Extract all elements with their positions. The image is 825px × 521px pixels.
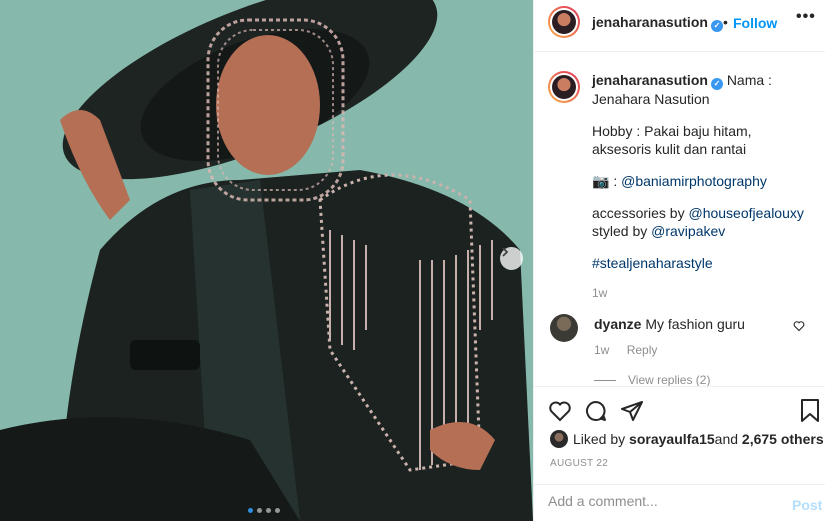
view-replies-button[interactable]: View replies (2) — [594, 373, 710, 386]
mention-link[interactable]: @houseofjealouxy — [688, 205, 803, 221]
post-comment-button[interactable]: Post — [792, 497, 822, 513]
verified-badge-icon: ✓ — [710, 78, 723, 90]
add-comment-bar: Post — [534, 484, 825, 521]
liker-avatar[interactable] — [550, 430, 568, 448]
carousel-dot — [248, 508, 253, 513]
post-sidebar: jenaharanasution ✓ • Follow ••• jenaharan… — [533, 0, 825, 521]
comment-input[interactable] — [548, 493, 778, 509]
mention-link[interactable]: @ravipakev — [651, 223, 725, 239]
carousel-dot — [257, 508, 262, 513]
share-send-icon[interactable] — [620, 399, 644, 423]
more-options-icon[interactable]: ••• — [796, 8, 816, 26]
caption-timestamp[interactable]: 1w — [592, 284, 812, 302]
post-header: jenaharanasution ✓ • Follow ••• — [534, 0, 825, 52]
comments-section[interactable]: jenaharanasution ✓ Nama : Jenahara Nasuti… — [534, 53, 825, 386]
post-caption: jenaharanasution ✓ Nama : Jenahara Nasuti… — [592, 71, 812, 302]
caption-line-photo: 📷 : @baniamirphotography — [592, 172, 812, 190]
carousel-dot — [275, 508, 280, 513]
separator: • — [723, 14, 728, 30]
likes-summary: Liked by sorayaulfa15 and 2,675 others — [550, 430, 824, 448]
caption-avatar[interactable] — [548, 71, 580, 103]
like-heart-icon[interactable] — [548, 399, 572, 423]
author-username[interactable]: jenaharanasution ✓ — [592, 14, 723, 32]
next-slide-button[interactable] — [500, 247, 523, 270]
caption-line-hobby: Hobby : Pakai baju hitam, aksesoris kuli… — [592, 123, 752, 157]
caption-username[interactable]: jenaharanasution ✓ — [592, 72, 723, 90]
divider — [594, 380, 616, 382]
chevron-right-icon — [502, 247, 509, 257]
commenter-username[interactable]: dyanze — [594, 316, 641, 332]
verified-badge-icon: ✓ — [710, 20, 723, 32]
caption-line-credits: accessories by @houseofjealouxy styled b… — [592, 205, 804, 239]
comment-item: dyanze My fashion guru — [594, 316, 784, 332]
carousel-indicator — [248, 508, 280, 513]
camera-icon: 📷 : — [592, 173, 622, 189]
comment-bubble-icon[interactable] — [584, 399, 608, 423]
comment-meta: 1w Reply — [594, 343, 671, 357]
comment-timestamp[interactable]: 1w — [594, 343, 609, 357]
fashion-photo — [0, 0, 533, 521]
like-comment-heart-icon[interactable] — [793, 320, 805, 332]
commenter-avatar[interactable] — [550, 314, 578, 342]
hashtag-link[interactable]: #stealjenaharastyle — [592, 255, 713, 271]
action-bar — [534, 386, 825, 436]
save-bookmark-icon[interactable] — [800, 399, 820, 423]
comment-text: My fashion guru — [645, 316, 745, 332]
follow-button[interactable]: Follow — [733, 15, 777, 31]
carousel-dot — [266, 508, 271, 513]
liker-username[interactable]: sorayaulfa15 — [629, 431, 715, 447]
author-avatar[interactable] — [548, 6, 580, 38]
post-date[interactable]: AUGUST 22 — [550, 458, 608, 469]
mention-link[interactable]: @baniamirphotography — [621, 173, 767, 189]
reply-button[interactable]: Reply — [627, 343, 658, 357]
likes-count-link[interactable]: 2,675 others — [742, 431, 824, 447]
post-image[interactable] — [0, 0, 533, 521]
